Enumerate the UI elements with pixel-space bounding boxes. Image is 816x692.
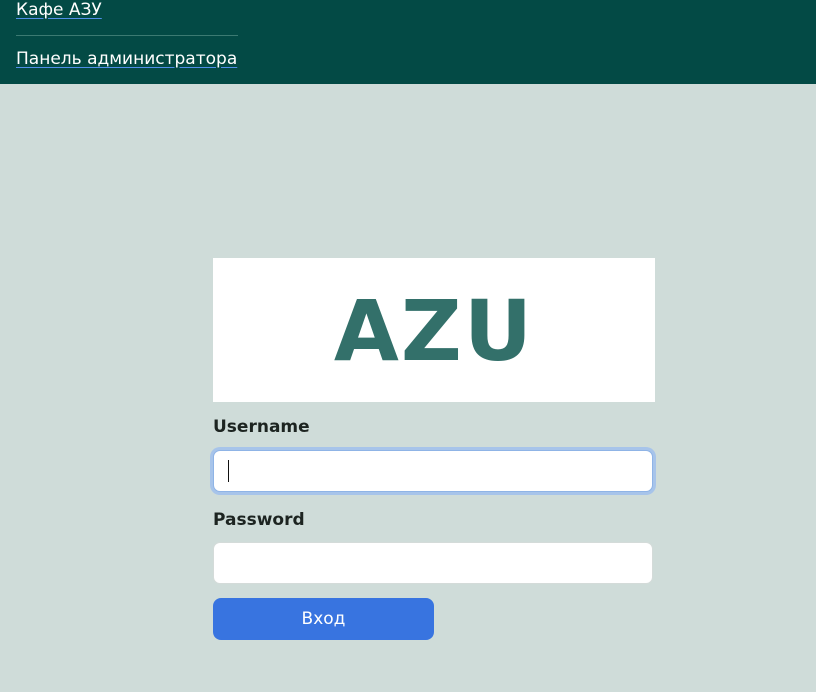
top-navigation-bar: Кафе АЗУ Панель администратора	[0, 0, 816, 84]
admin-panel-link[interactable]: Панель администратора	[16, 49, 237, 69]
nav-divider	[16, 35, 238, 36]
logo-banner: AZU	[213, 258, 655, 402]
login-button[interactable]: Вход	[213, 598, 434, 640]
password-label: Password	[213, 510, 305, 530]
cafe-home-link[interactable]: Кафе АЗУ	[16, 0, 102, 20]
username-input[interactable]	[213, 450, 653, 492]
username-label: Username	[213, 417, 310, 437]
azu-logo: AZU	[333, 282, 535, 380]
text-cursor	[228, 460, 229, 482]
password-input[interactable]	[213, 542, 653, 584]
